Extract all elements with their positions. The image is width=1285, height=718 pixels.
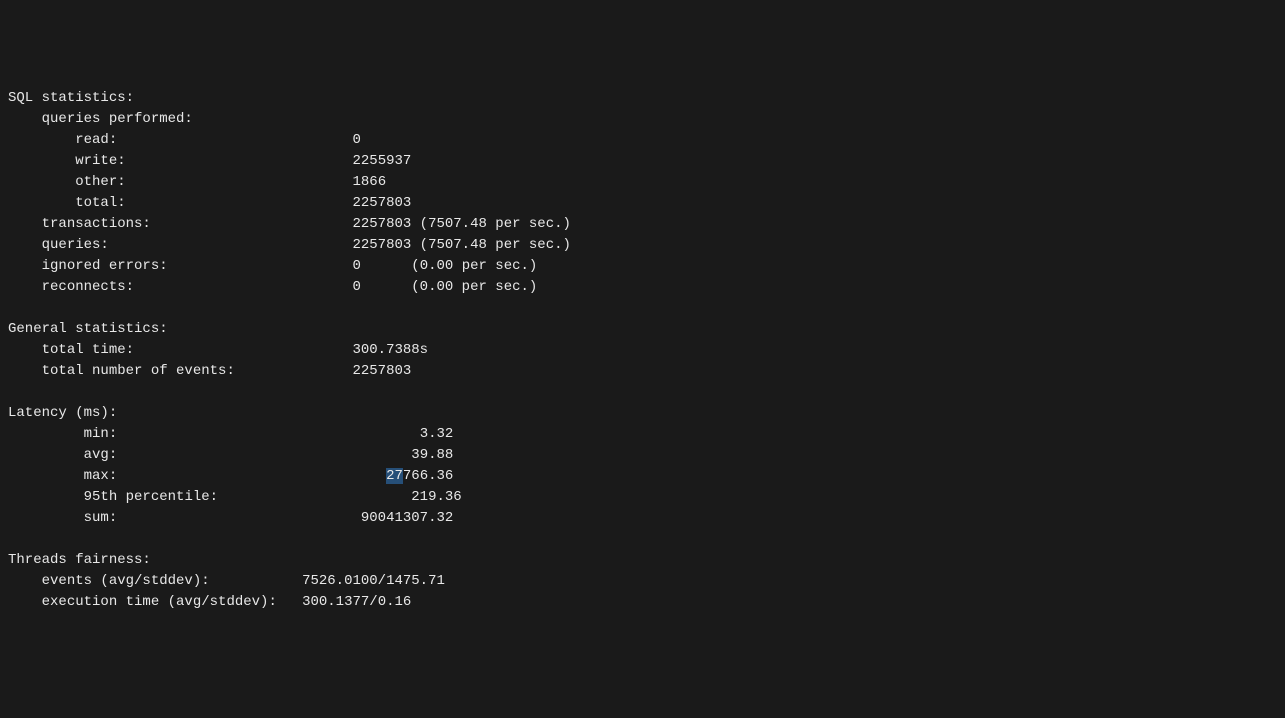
queries-performed-label: queries performed: (42, 111, 193, 127)
ignored-errors-label: ignored errors: (42, 258, 168, 274)
total-label: total: (75, 195, 125, 211)
ignored-errors-value: 0 (0.00 per sec.) (352, 258, 537, 274)
general-stats-header: General statistics: (8, 321, 168, 337)
total-events-label: total number of events: (42, 363, 235, 379)
terminal-output[interactable]: SQL statistics: queries performed: read:… (8, 88, 1277, 613)
latency-max-value-rest: 766.36 (403, 468, 453, 484)
reconnects-value: 0 (0.00 per sec.) (352, 279, 537, 295)
latency-avg-value: 39.88 (411, 447, 453, 463)
latency-header: Latency (ms): (8, 405, 117, 421)
write-label: write: (75, 153, 125, 169)
reconnects-label: reconnects: (42, 279, 134, 295)
threads-events-value: 7526.0100/1475.71 (302, 573, 445, 589)
latency-sum-label: sum: (84, 510, 118, 526)
total-value: 2257803 (352, 195, 411, 211)
total-time-label: total time: (42, 342, 134, 358)
latency-min-value: 3.32 (420, 426, 454, 442)
total-events-value: 2257803 (352, 363, 411, 379)
threads-exec-value: 300.1377/0.16 (302, 594, 411, 610)
threads-header: Threads fairness: (8, 552, 151, 568)
latency-min-label: min: (84, 426, 118, 442)
latency-max-value-selected: 27 (386, 468, 403, 484)
write-value: 2255937 (352, 153, 411, 169)
total-time-value: 300.7388s (352, 342, 428, 358)
latency-avg-label: avg: (84, 447, 118, 463)
queries-value: 2257803 (7507.48 per sec.) (352, 237, 570, 253)
read-value: 0 (352, 132, 360, 148)
latency-p95-value: 219.36 (411, 489, 461, 505)
sql-stats-header: SQL statistics: (8, 90, 134, 106)
queries-label: queries: (42, 237, 109, 253)
latency-max-label: max: (84, 468, 118, 484)
transactions-value: 2257803 (7507.48 per sec.) (352, 216, 570, 232)
latency-sum-value: 90041307.32 (361, 510, 453, 526)
latency-p95-label: 95th percentile: (84, 489, 218, 505)
other-label: other: (75, 174, 125, 190)
threads-exec-label: execution time (avg/stddev): (42, 594, 277, 610)
transactions-label: transactions: (42, 216, 151, 232)
other-value: 1866 (352, 174, 386, 190)
read-label: read: (75, 132, 117, 148)
threads-events-label: events (avg/stddev): (42, 573, 210, 589)
